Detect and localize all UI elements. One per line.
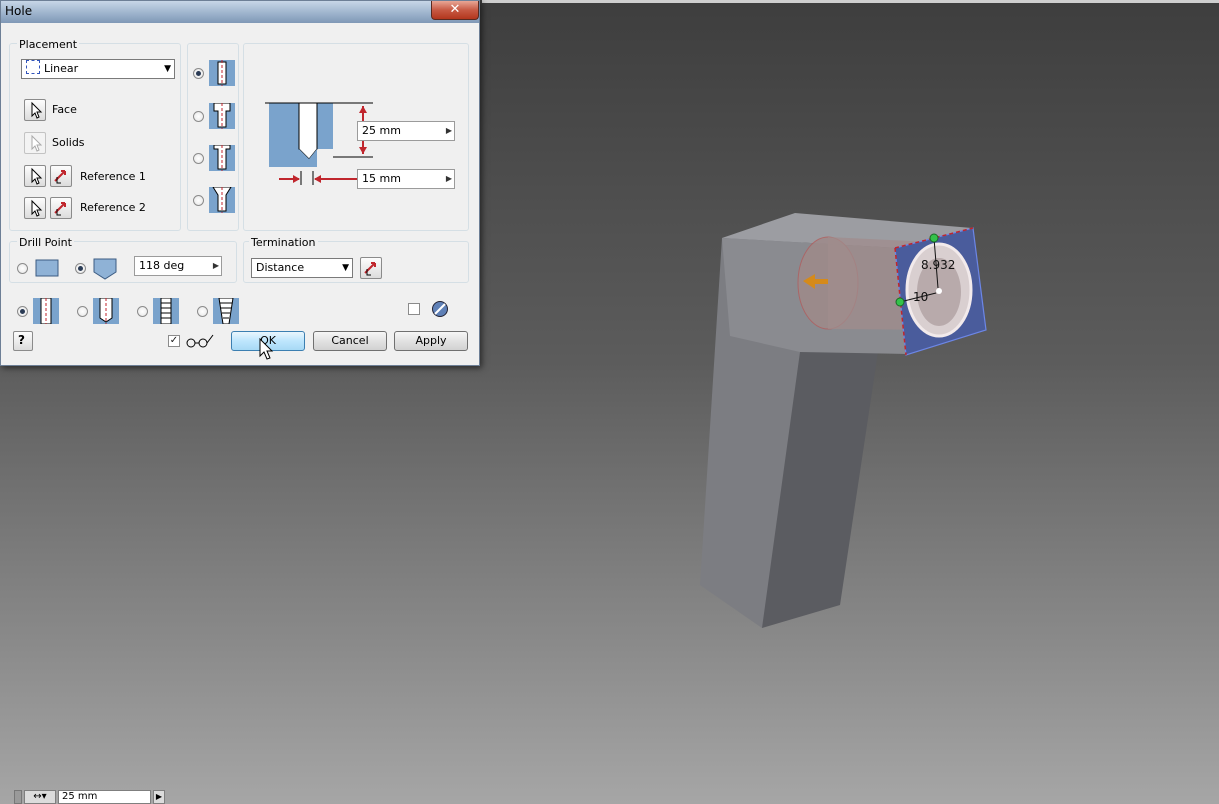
measure-options-button[interactable]: ↔▾ — [24, 790, 56, 804]
hole-type-spotface-radio[interactable] — [193, 153, 204, 164]
preview-glasses-icon — [186, 334, 214, 348]
solids-select-button[interactable] — [24, 132, 46, 154]
drill-point-flat-radio[interactable] — [17, 263, 28, 274]
clearance-hole-icon — [93, 298, 119, 324]
flip-direction-icon — [364, 262, 376, 276]
reference2-select-button[interactable] — [24, 197, 46, 219]
depth-input[interactable]: 25 mm ▶ — [357, 121, 455, 141]
hole-type-counterbore-radio[interactable] — [193, 111, 204, 122]
diameter-input[interactable]: 15 mm ▶ — [357, 169, 455, 189]
termination-group-label: Termination — [249, 236, 318, 249]
cursor-arrow-icon — [31, 167, 43, 185]
diameter-value: 15 mm — [362, 172, 401, 185]
extra-option-checkbox[interactable] — [408, 303, 420, 315]
color-display-icon[interactable] — [431, 300, 449, 318]
close-icon: ✕ — [449, 2, 461, 17]
dimension-label[interactable]: 10 — [913, 290, 928, 304]
chevron-down-icon: ▼ — [342, 263, 349, 273]
thread-taper-tapped-radio[interactable] — [197, 306, 208, 317]
cursor-arrow-icon — [31, 134, 43, 152]
drill-angle-input[interactable]: 118 deg ▶ — [134, 256, 222, 276]
drill-point-group-label: Drill Point — [17, 236, 74, 249]
flip-direction-icon — [54, 170, 66, 184]
placement-group-label: Placement — [17, 38, 80, 51]
preview-checkbox[interactable]: ✓ — [168, 335, 180, 347]
apply-button[interactable]: Apply — [394, 331, 468, 351]
close-button[interactable]: ✕ — [431, 1, 479, 20]
depth-value: 25 mm — [362, 124, 401, 137]
face-label: Face — [52, 103, 77, 116]
mini-toolbar: ↔▾ 25 mm ▶ — [14, 790, 165, 804]
drilled-hole-icon — [209, 60, 235, 86]
reference1-flip-button[interactable] — [50, 165, 72, 187]
termination-value: Distance — [256, 261, 305, 274]
arrow-right-icon: ▶ — [445, 126, 452, 135]
hole-dialog: Hole ✕ Placement Linear ▼ Face Solids Re… — [0, 0, 480, 366]
cancel-button[interactable]: Cancel — [313, 331, 387, 351]
arrow-right-icon: ▶ — [212, 261, 219, 270]
flat-drill-point-icon — [35, 259, 59, 277]
tapped-hole-icon — [153, 298, 179, 324]
reference2-label: Reference 2 — [80, 201, 146, 214]
drill-point-angle-radio[interactable] — [75, 263, 86, 274]
chevron-down-icon: ▼ — [164, 64, 171, 74]
reference2-flip-button[interactable] — [50, 197, 72, 219]
grip-point-icon — [929, 233, 939, 243]
mini-toolbar-arrow-icon[interactable]: ▶ — [153, 790, 165, 804]
hole-type-drilled-radio[interactable] — [193, 68, 204, 79]
dimension-label[interactable]: 8.932 — [921, 258, 955, 272]
flip-direction-icon — [54, 202, 66, 216]
face-select-button[interactable] — [24, 99, 46, 121]
reference1-label: Reference 1 — [80, 170, 146, 183]
dialog-title: Hole — [5, 4, 33, 18]
counterbore-hole-icon — [209, 103, 235, 129]
solids-label: Solids — [52, 136, 85, 149]
placement-type-value: Linear — [44, 62, 79, 75]
spotface-hole-icon — [209, 145, 235, 171]
help-icon: ? — [18, 333, 25, 347]
termination-combo[interactable]: Distance ▼ — [251, 258, 353, 278]
dialog-titlebar[interactable]: Hole ✕ — [1, 1, 479, 23]
cursor-arrow-icon — [31, 199, 43, 217]
placement-type-combo[interactable]: Linear ▼ — [21, 59, 175, 79]
angled-drill-point-icon — [93, 258, 117, 280]
arrow-right-icon: ▶ — [445, 174, 452, 183]
thread-clearance-radio[interactable] — [77, 306, 88, 317]
thread-tapped-radio[interactable] — [137, 306, 148, 317]
simple-hole-icon — [33, 298, 59, 324]
drill-angle-value: 118 deg — [139, 259, 185, 272]
termination-flip-button[interactable] — [360, 257, 382, 279]
help-button[interactable]: ? — [13, 331, 33, 351]
toolbar-grip[interactable] — [14, 790, 22, 804]
mouse-cursor-icon — [259, 338, 274, 360]
thread-simple-radio[interactable] — [17, 306, 28, 317]
taper-tapped-hole-icon — [213, 298, 239, 324]
grip-point-icon — [895, 297, 905, 307]
dialog-body: Placement Linear ▼ Face Solids Reference… — [7, 27, 475, 361]
hole-type-countersink-radio[interactable] — [193, 195, 204, 206]
mini-toolbar-value-input[interactable]: 25 mm — [58, 790, 151, 804]
reference1-select-button[interactable] — [24, 165, 46, 187]
countersink-hole-icon — [209, 187, 235, 213]
cursor-arrow-icon — [31, 101, 43, 119]
linear-placement-icon — [26, 60, 40, 74]
